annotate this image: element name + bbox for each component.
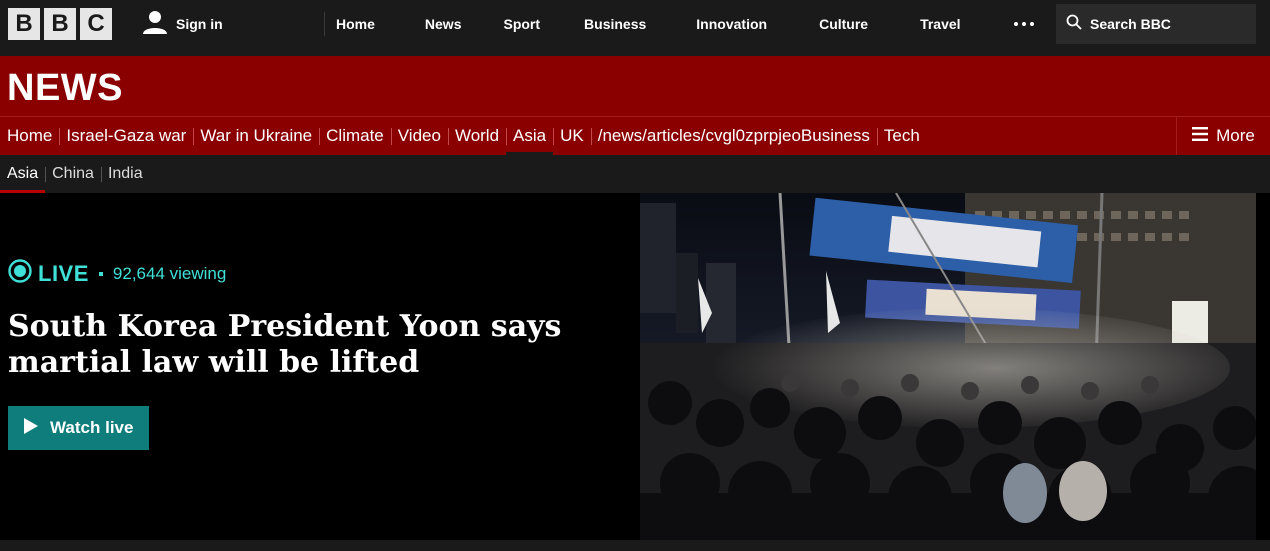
live-pulse-icon (8, 259, 32, 288)
hamburger-icon (1192, 126, 1209, 146)
global-header: B B C Sign in Home News Sport Business I… (0, 0, 1270, 56)
global-nav-news[interactable]: News (387, 0, 474, 48)
global-nav: Home News Sport Business Innovation Cult… (324, 0, 973, 48)
global-nav-innovation[interactable]: Innovation (658, 0, 779, 48)
news-masthead: NEWS (0, 56, 1270, 116)
watch-live-label: Watch live (50, 418, 134, 437)
logo-block-c: C (80, 8, 112, 40)
region-nav-asia[interactable]: Asia (0, 155, 46, 193)
logo-block-b2: B (44, 8, 76, 40)
viewer-count: 92,644 viewing (112, 263, 227, 283)
search-label: Search BBC (1090, 16, 1171, 32)
section-nav: Home Israel-Gaza war War in Ukraine Clim… (0, 116, 1270, 156)
section-nav-climate[interactable]: Climate (319, 117, 391, 155)
region-nav: Asia China India (0, 155, 1270, 193)
section-nav-tech[interactable]: Tech (876, 117, 927, 155)
section-nav-video[interactable]: Video (390, 117, 448, 155)
hero-live-story: LIVE 92,644 viewing South Korea Presiden… (0, 193, 1270, 540)
search-icon (1066, 14, 1082, 35)
section-nav-asia[interactable]: Asia (506, 117, 554, 156)
section-nav-home[interactable]: Home (0, 117, 59, 155)
section-nav-ukraine[interactable]: War in Ukraine (193, 117, 319, 155)
more-label: More (1216, 126, 1255, 145)
watch-live-button[interactable]: Watch live (8, 406, 149, 450)
hero-photo-crowd-protest[interactable] (640, 193, 1256, 540)
user-icon (142, 9, 168, 40)
page-footer-strip (0, 540, 1270, 551)
global-nav-travel[interactable]: Travel (880, 0, 972, 48)
sign-in-button[interactable]: Sign in (142, 10, 223, 38)
global-nav-business[interactable]: Business (552, 0, 658, 48)
section-more-button[interactable]: More (1176, 117, 1270, 155)
bbc-logo[interactable]: B B C (8, 8, 112, 40)
live-label: LIVE (38, 260, 89, 286)
section-nav-uk[interactable]: UK (553, 117, 591, 155)
global-nav-culture[interactable]: Culture (779, 0, 880, 48)
region-nav-india[interactable]: India (100, 155, 150, 193)
search-box[interactable]: Search BBC (1056, 4, 1256, 44)
live-indicator: LIVE 92,644 viewing (8, 259, 226, 288)
news-title[interactable]: NEWS (7, 67, 123, 110)
section-nav-israel-gaza[interactable]: Israel-Gaza war (59, 117, 193, 155)
play-icon (24, 417, 38, 439)
hero-headline[interactable]: South Korea President Yoon says martial … (8, 309, 568, 381)
region-nav-china[interactable]: China (45, 155, 101, 193)
separator-dot (98, 271, 103, 276)
global-nav-home[interactable]: Home (324, 0, 387, 48)
global-nav-sport[interactable]: Sport (473, 0, 552, 48)
more-menu-dots-icon[interactable] (1012, 14, 1036, 34)
section-nav-world[interactable]: World (447, 117, 506, 155)
section-nav-business[interactable]: /news/articles/cvgl0zprpjeoBusiness (590, 117, 877, 155)
logo-block-b1: B (8, 8, 40, 40)
sign-in-label: Sign in (176, 16, 223, 32)
